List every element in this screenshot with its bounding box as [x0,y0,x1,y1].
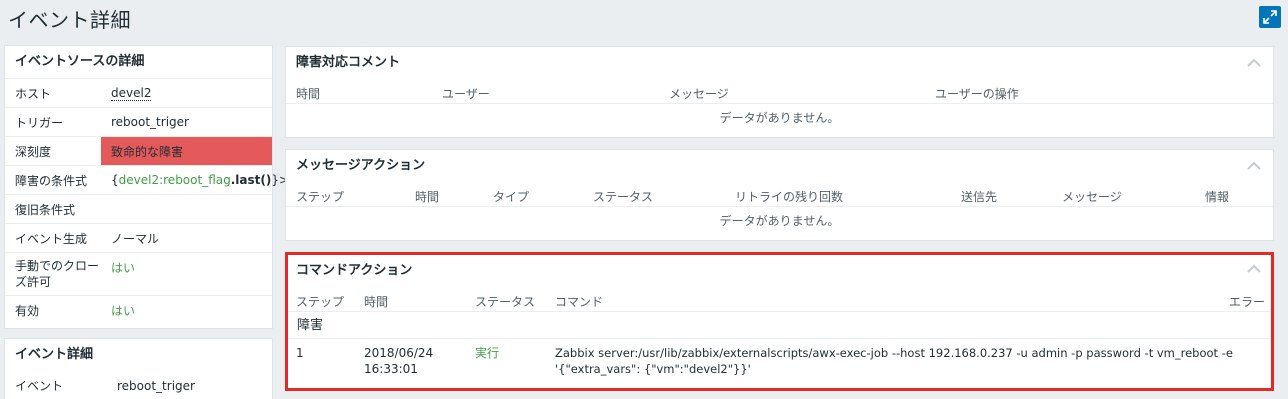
page-title: イベント詳細 [8,8,131,32]
row-event-generation: イベント生成 ノーマル [5,223,272,252]
empty-message: データがありません。 [719,111,840,125]
col-retries-left: リトライの残り回数 [735,190,844,204]
col-user-action: ユーザーの操作 [935,87,1019,101]
col-time: 時間 [296,87,321,101]
row-trigger: トリガー reboot_triger [5,107,272,136]
host-link[interactable]: devel2 [111,86,152,101]
cell-command-line1: Zabbix server:/usr/lib/zabbix/externalsc… [555,346,1233,360]
table-row: 1 2018/06/24 16:33:01 実行 Zabbix server:/… [288,339,1271,383]
row-key: イベント [15,379,64,393]
col-time: 時間 [415,190,440,204]
expr-function: .last() [230,173,272,187]
cell-time-clock: 16:33:01 [364,362,418,376]
collapse-icon[interactable] [1247,264,1261,274]
cell-command: Zabbix server:/usr/lib/zabbix/externalsc… [555,345,1255,377]
message-actions-panel: メッセージアクション ステップ 時間 タイプ ステータス リトライの残り回数 送… [285,149,1274,241]
fullscreen-icon [1263,10,1277,24]
row-key: 深刻度 [15,144,52,159]
cell-step: 1 [296,346,304,360]
expr-item-link[interactable]: devel2:reboot_flag [119,173,231,187]
event-source-panel: イベントソースの詳細 ホスト devel2 トリガー reboot_triger… [4,45,297,329]
row-key: 手動でのクローズ許可 [15,259,100,289]
severity-badge: 致命的な障害 [101,137,272,165]
event-details-title: イベント詳細 [15,347,94,362]
row-event: イベント reboot_triger [5,371,272,399]
row-key: ホスト [15,86,52,101]
expr-open: { [111,173,119,187]
comments-panel: 障害対応コメント 時間 ユーザー メッセージ ユーザーの操作 データがありません… [285,46,1274,138]
enabled-value: はい [111,303,136,318]
manual-close-value: はい [111,261,136,275]
recovery-value [101,195,272,223]
event-value: reboot_triger [117,378,195,393]
col-message: メッセージ [669,87,729,101]
col-info: 情報 [1205,190,1230,204]
event-source-title: イベントソースの詳細 [15,54,145,69]
col-time: 時間 [364,295,389,309]
row-key: トリガー [15,115,64,130]
col-user: ユーザー [442,87,490,101]
collapse-icon[interactable] [1247,161,1261,171]
row-problem-expression: 障害の条件式 {devel2:reboot_flag.last()}>0 [5,165,297,194]
section-problem: 障害 [288,312,1271,339]
row-key: 障害の条件式 [15,173,88,188]
command-actions-panel: コマンドアクション ステップ 時間 ステータス コマンド エラー 障害 1 20… [285,252,1274,391]
empty-message: データがありません。 [719,214,840,228]
col-error: エラー [1229,295,1266,309]
command-actions-title: コマンドアクション [296,263,413,278]
command-actions-table-header: ステップ 時間 ステータス コマンド エラー [288,287,1271,312]
comments-table-header: 時間 ユーザー メッセージ ユーザーの操作 [286,79,1273,104]
cell-command-line2: '{"extra_vars": {"vm":"devel2"}}' [555,362,751,376]
event-details-panel: イベント詳細 イベント reboot_triger [4,338,273,399]
col-type: タイプ [493,190,530,204]
col-recipient: 送信先 [961,190,998,204]
col-step: ステップ [296,295,345,309]
row-manual-close: 手動でのクローズ許可 はい [5,252,272,295]
col-message: メッセージ [1062,190,1122,204]
row-recovery-expression: 復旧条件式 [5,194,272,223]
row-enabled: 有効 はい [5,295,272,324]
row-key: 復旧条件式 [15,202,76,217]
cell-status: 実行 [475,346,500,360]
row-host: ホスト devel2 [5,78,272,107]
row-key: イベント生成 [15,231,88,246]
col-status: ステータス [475,295,536,309]
row-key: 有効 [15,303,40,318]
event-generation-value: ノーマル [111,231,160,246]
comments-title: 障害対応コメント [296,55,401,70]
cell-time: 2018/06/24 16:33:01 [364,345,433,377]
fullscreen-button[interactable] [1259,6,1281,28]
expression-value: {devel2:reboot_flag.last()}>0 [101,166,297,194]
trigger-value: reboot_triger [111,115,189,129]
col-status: ステータス [593,190,654,204]
message-actions-title: メッセージアクション [296,158,426,173]
row-severity: 深刻度 致命的な障害 [5,136,272,165]
cell-time-date: 2018/06/24 [364,346,434,360]
message-actions-table-header: ステップ 時間 タイプ ステータス リトライの残り回数 送信先 メッセージ 情報 [286,182,1273,207]
col-command: コマンド [555,295,604,309]
collapse-icon[interactable] [1247,58,1261,68]
col-step: ステップ [296,190,345,204]
